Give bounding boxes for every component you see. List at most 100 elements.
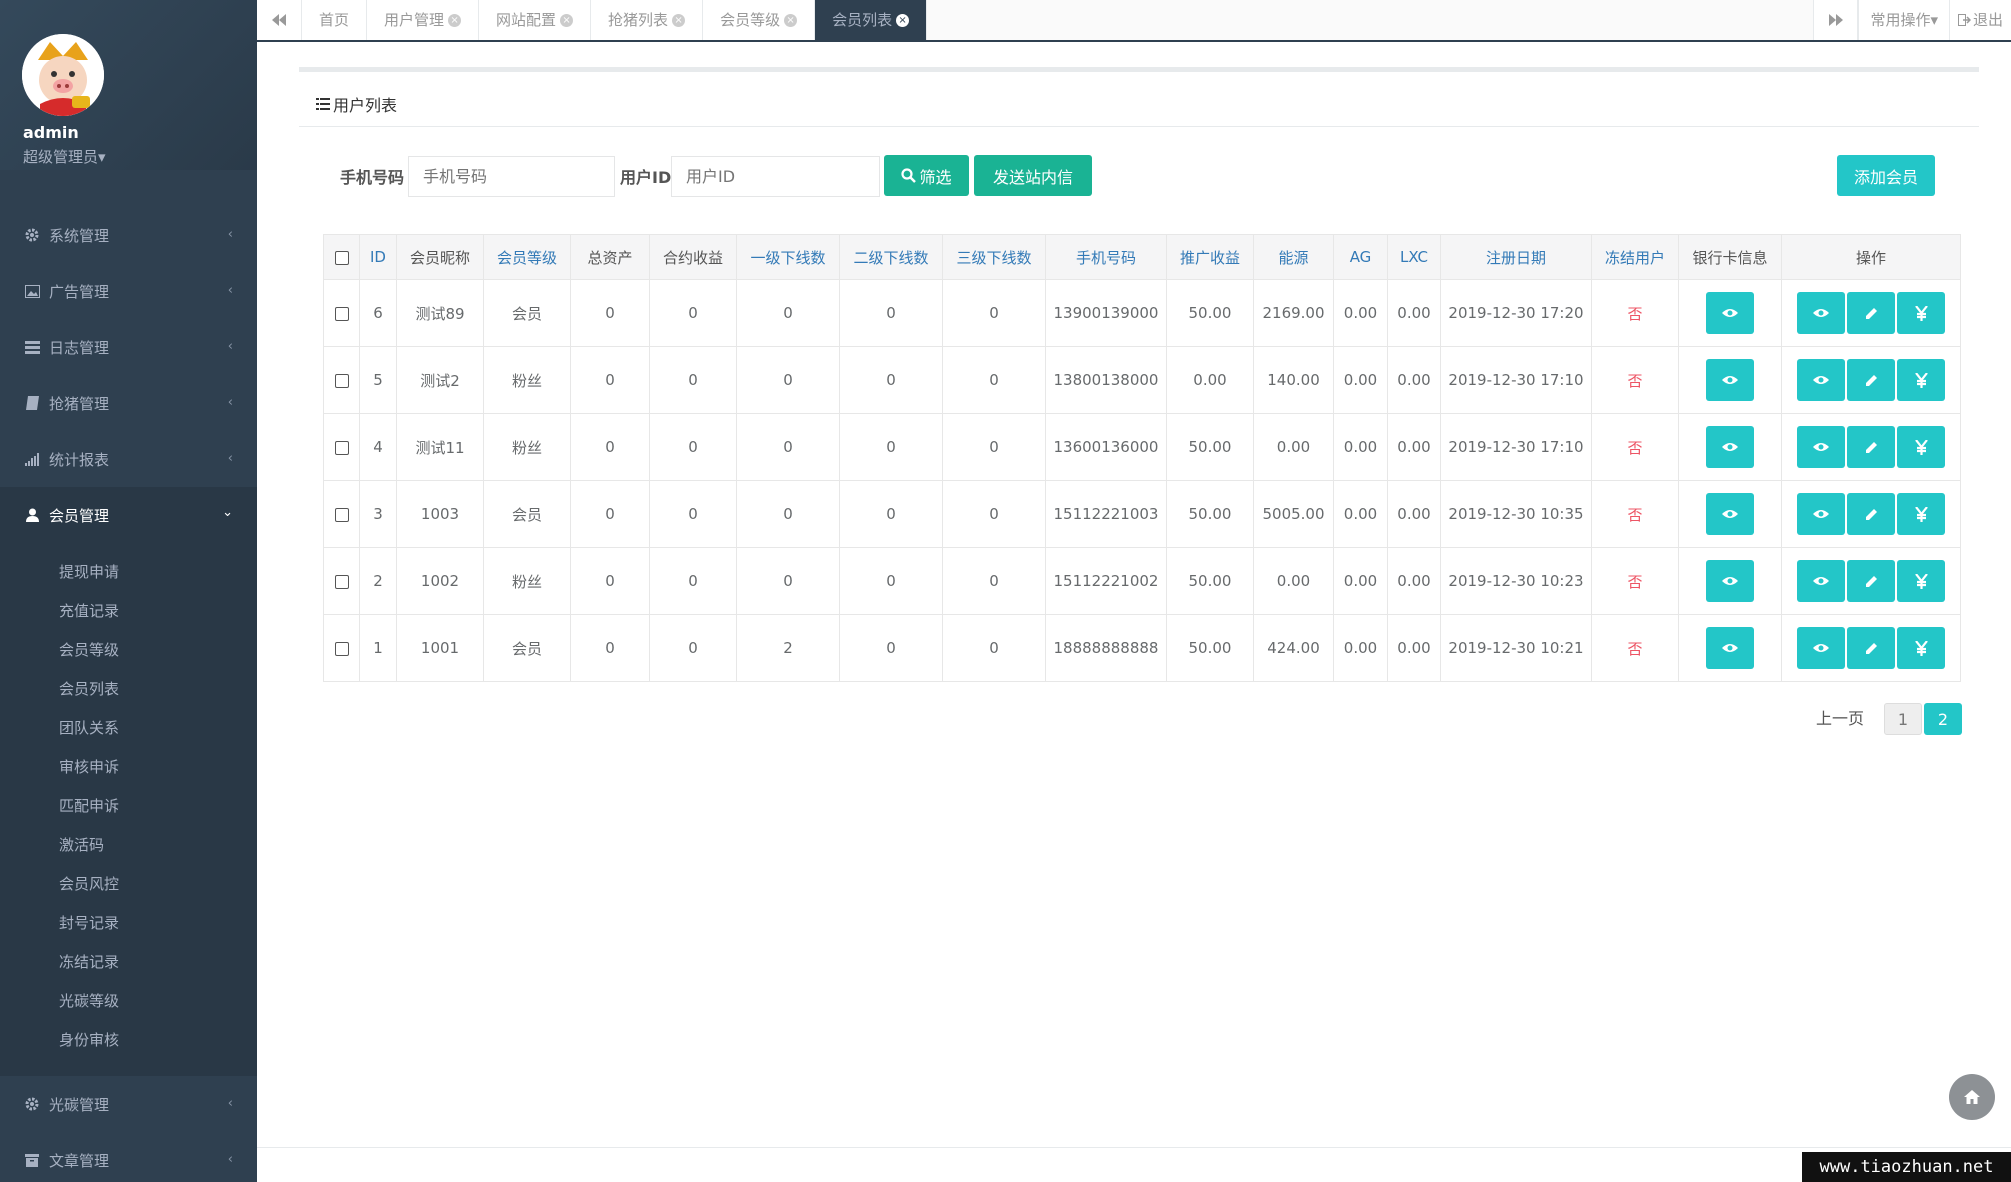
tab-user-management[interactable]: 用户管理 × xyxy=(367,0,480,40)
recharge-button[interactable] xyxy=(1897,493,1945,535)
col-reg-date[interactable]: 注册日期 xyxy=(1440,234,1592,280)
tab-member-list[interactable]: 会员列表 × xyxy=(815,0,928,40)
view-bank-button[interactable] xyxy=(1706,359,1754,401)
col-frozen[interactable]: 冻结用户 xyxy=(1591,234,1679,280)
add-member-button[interactable]: 添加会员 xyxy=(1837,155,1935,196)
phone-filter-input[interactable] xyxy=(408,156,615,197)
cell-ag: 0.00 xyxy=(1333,547,1388,615)
avatar[interactable] xyxy=(22,34,104,116)
edit-button[interactable] xyxy=(1847,359,1895,401)
common-ops-dropdown[interactable]: 常用操作▾ xyxy=(1858,0,1949,40)
view-button[interactable] xyxy=(1797,292,1845,334)
submenu-identity[interactable]: 身份审核 xyxy=(0,1021,257,1060)
view-button[interactable] xyxy=(1797,627,1845,669)
pagination-page-1[interactable]: 1 xyxy=(1884,703,1922,735)
view-bank-button[interactable] xyxy=(1706,560,1754,602)
close-icon[interactable]: × xyxy=(560,13,574,27)
nav-articles[interactable]: 文章管理 ‹ xyxy=(0,1132,257,1182)
tab-scroll-left-button[interactable] xyxy=(257,0,302,40)
view-button[interactable] xyxy=(1797,493,1845,535)
nav-grab[interactable]: 抢猪管理 ‹ xyxy=(0,375,257,431)
view-button[interactable] xyxy=(1797,359,1845,401)
submenu-ban-records[interactable]: 封号记录 xyxy=(0,904,257,943)
submenu-team[interactable]: 团队关系 xyxy=(0,709,257,748)
close-icon[interactable]: × xyxy=(784,13,798,27)
submenu-withdraw[interactable]: 提现申请 xyxy=(0,553,257,592)
nav-members[interactable]: 会员管理 ⌄ xyxy=(0,487,257,543)
uid-filter-input[interactable] xyxy=(671,156,880,197)
close-icon[interactable]: × xyxy=(896,13,910,27)
recharge-button[interactable] xyxy=(1897,292,1945,334)
close-icon[interactable]: × xyxy=(448,13,462,27)
edit-button[interactable] xyxy=(1847,426,1895,468)
col-phone[interactable]: 手机号码 xyxy=(1045,234,1167,280)
col-level[interactable]: 会员等级 xyxy=(483,234,571,280)
view-bank-button[interactable] xyxy=(1706,493,1754,535)
tab-grab-list[interactable]: 抢猪列表 × xyxy=(591,0,704,40)
pagination-page-2[interactable]: 2 xyxy=(1924,703,1962,735)
col-energy[interactable]: 能源 xyxy=(1253,234,1334,280)
submenu-freeze-records[interactable]: 冻结记录 xyxy=(0,943,257,982)
nav-logs[interactable]: 日志管理 ‹ xyxy=(0,319,257,375)
send-message-button[interactable]: 发送站内信 xyxy=(974,155,1092,196)
tab-scroll-right-button[interactable] xyxy=(1813,0,1859,40)
home-button[interactable] xyxy=(1949,1074,1995,1120)
row-checkbox[interactable] xyxy=(334,574,349,589)
pagination-prev[interactable]: 上一页 xyxy=(1816,703,1864,735)
col-id[interactable]: ID xyxy=(359,234,397,280)
cell-reg-date: 2019-12-30 10:21 xyxy=(1440,614,1592,682)
edit-button[interactable] xyxy=(1847,560,1895,602)
col-level1-downline[interactable]: 一级下线数 xyxy=(736,234,840,280)
select-all-checkbox[interactable] xyxy=(334,250,349,265)
tab-site-config[interactable]: 网站配置 × xyxy=(479,0,592,40)
view-button[interactable] xyxy=(1797,560,1845,602)
col-ag[interactable]: AG xyxy=(1333,234,1388,280)
recharge-button[interactable] xyxy=(1897,627,1945,669)
tab-member-level[interactable]: 会员等级 × xyxy=(703,0,816,40)
row-checkbox[interactable] xyxy=(334,641,349,656)
view-bank-button[interactable] xyxy=(1706,292,1754,334)
row-checkbox[interactable] xyxy=(334,440,349,455)
view-button[interactable] xyxy=(1797,426,1845,468)
row-select-cell xyxy=(323,480,360,548)
cell-id: 5 xyxy=(359,346,397,414)
col-lxc[interactable]: LXC xyxy=(1387,234,1441,280)
submenu-recharge[interactable]: 充值记录 xyxy=(0,592,257,631)
col-nickname[interactable]: 会员昵称 xyxy=(396,234,484,280)
row-checkbox[interactable] xyxy=(334,373,349,388)
edit-button[interactable] xyxy=(1847,493,1895,535)
nav-system[interactable]: 系统管理 ‹ xyxy=(0,207,257,263)
close-icon[interactable]: × xyxy=(672,13,686,27)
view-bank-button[interactable] xyxy=(1706,426,1754,468)
filter-button[interactable]: 筛选 xyxy=(884,155,969,196)
recharge-button[interactable] xyxy=(1897,359,1945,401)
row-checkbox[interactable] xyxy=(334,507,349,522)
view-bank-button[interactable] xyxy=(1706,627,1754,669)
recharge-button[interactable] xyxy=(1897,560,1945,602)
nav-stats[interactable]: 统计报表 ‹ xyxy=(0,431,257,487)
nav-label: 系统管理 xyxy=(49,226,110,245)
nav-ads[interactable]: 广告管理 ‹ xyxy=(0,263,257,319)
col-promo-income[interactable]: 推广收益 xyxy=(1166,234,1254,280)
recharge-button[interactable] xyxy=(1897,426,1945,468)
submenu-carbon-level[interactable]: 光碳等级 xyxy=(0,982,257,1021)
logout-button[interactable]: 退出 xyxy=(1948,0,2011,40)
nav-carbon[interactable]: 光碳管理 ‹ xyxy=(0,1076,257,1132)
col-level2-downline[interactable]: 二级下线数 xyxy=(839,234,943,280)
row-checkbox[interactable] xyxy=(334,306,349,321)
cell-energy: 140.00 xyxy=(1253,346,1334,414)
submenu-member-level[interactable]: 会员等级 xyxy=(0,631,257,670)
cell-nickname: 1001 xyxy=(396,614,484,682)
edit-button[interactable] xyxy=(1847,627,1895,669)
submenu-activation-code[interactable]: 激活码 xyxy=(0,826,257,865)
nav-label: 日志管理 xyxy=(49,338,110,357)
eye-icon xyxy=(1813,376,1829,384)
submenu-member-list[interactable]: 会员列表 xyxy=(0,670,257,709)
user-role-dropdown[interactable]: 超级管理员▾ xyxy=(23,146,106,167)
edit-button[interactable] xyxy=(1847,292,1895,334)
col-level3-downline[interactable]: 三级下线数 xyxy=(942,234,1046,280)
submenu-risk[interactable]: 会员风控 xyxy=(0,865,257,904)
submenu-review-appeal[interactable]: 审核申诉 xyxy=(0,748,257,787)
submenu-match-appeal[interactable]: 匹配申诉 xyxy=(0,787,257,826)
tab-home[interactable]: 首页 xyxy=(302,0,368,40)
